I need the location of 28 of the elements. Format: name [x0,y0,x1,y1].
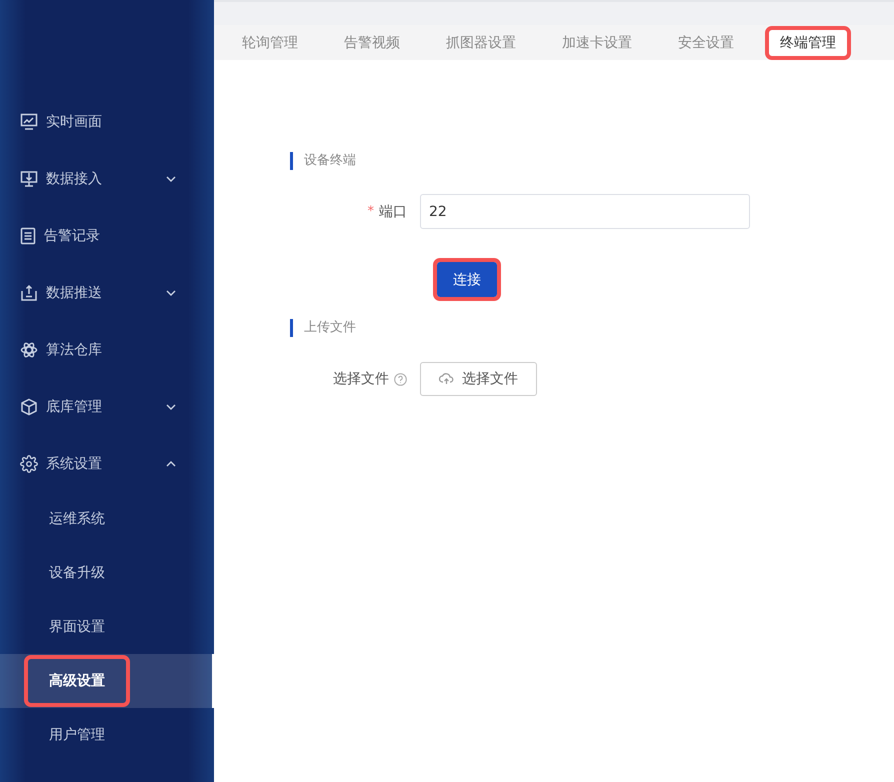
document-icon [20,226,36,244]
tray-upload-icon [20,284,38,302]
menu-item[interactable]: 数据推送 [46,284,158,302]
cloud-upload-icon [439,373,454,385]
connect-button[interactable]: 连接 [437,262,497,297]
atom-icon [20,340,38,358]
upload-button[interactable]: 选择文件 [420,362,537,396]
tab[interactable]: 终端管理 [769,30,847,56]
field-label: 选择文件 [333,370,389,388]
menu-item[interactable]: 实时画面 [46,112,194,130]
field-label: 端口 [379,202,407,220]
section-title: 上传文件 [290,319,894,337]
submenu-item[interactable]: 界面设置 [28,605,126,649]
menu-item[interactable]: 底库管理 [46,398,158,416]
monitor-download-icon [20,170,38,188]
section-title: 设备终端 [290,152,894,170]
menu-item[interactable]: 系统设置 [46,454,158,472]
required-mark: * [368,204,374,219]
gear-icon [20,454,38,472]
menu-item[interactable]: 数据接入 [46,170,158,188]
menu-item[interactable]: 算法仓库 [46,340,194,358]
menu-item[interactable]: 告警记录 [44,226,194,244]
cube-icon [20,398,38,416]
monitor-chart-icon [20,112,38,130]
submenu-item[interactable]: 用户管理 [28,713,126,757]
port-input[interactable]: 22 [420,194,750,229]
submenu-item[interactable]: 运维系统 [28,497,126,541]
submenu-item[interactable]: 设备升级 [28,551,126,595]
